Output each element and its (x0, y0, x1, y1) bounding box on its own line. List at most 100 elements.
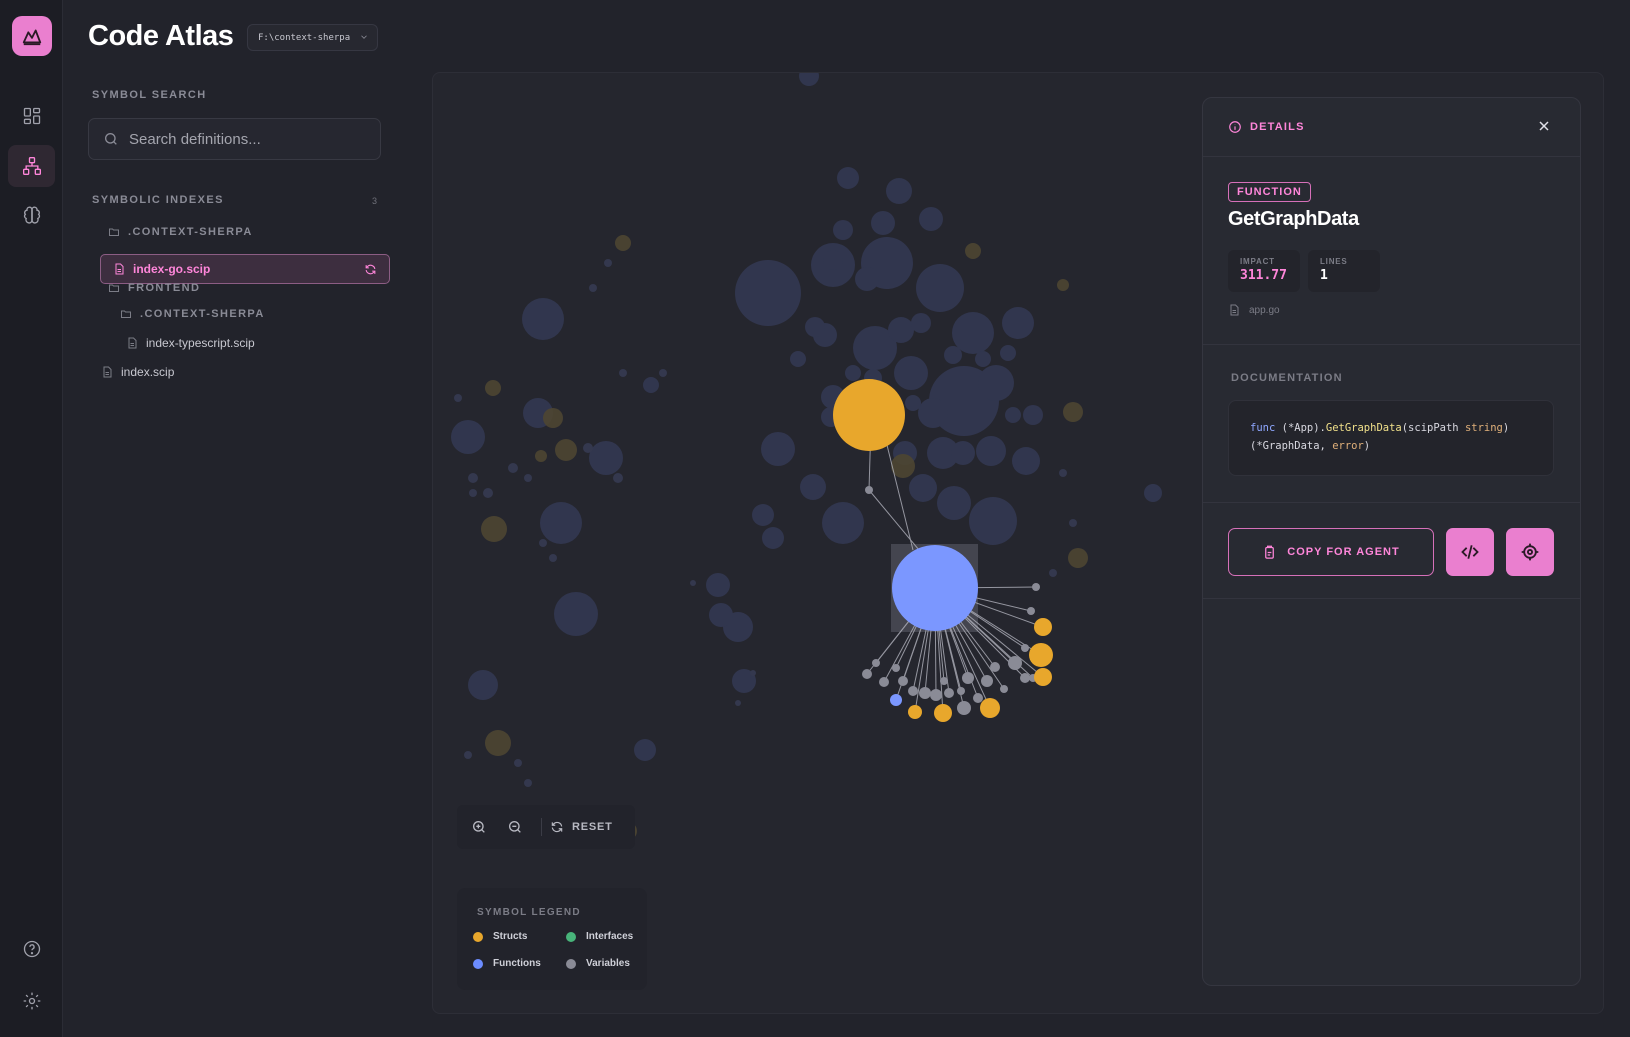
symbol-kind-badge: FUNCTION (1228, 182, 1311, 202)
workspace-selector[interactable]: F:\context-sherpa (247, 24, 378, 51)
struct-node (1034, 618, 1052, 636)
folder-icon (121, 310, 131, 318)
variable-node (1020, 673, 1030, 683)
struct-node (934, 704, 952, 722)
file-icon (103, 366, 112, 378)
legend-structs: Structs (473, 931, 527, 942)
variable-node (865, 486, 873, 494)
tree-folder-frontend[interactable]: FRONTEND (108, 282, 200, 294)
variable-node (879, 677, 889, 687)
struct-node (1029, 643, 1053, 667)
variable-node (1008, 656, 1022, 670)
search-input[interactable] (129, 130, 369, 148)
index-count: 3 (372, 196, 378, 206)
legend-interfaces: Interfaces (566, 931, 633, 942)
file-icon (1230, 304, 1239, 316)
lines-value: 1 (1320, 268, 1328, 283)
divider (1203, 156, 1580, 157)
variable-node (919, 687, 931, 699)
tree-folder-frontend-context-sherpa[interactable]: .CONTEXT-SHERPA (120, 308, 265, 320)
zoom-controls: RESET (457, 805, 635, 849)
nav-settings[interactable] (8, 980, 55, 1022)
app-title: Code Atlas (88, 20, 234, 52)
refresh-icon (551, 821, 563, 833)
app-logo[interactable] (12, 16, 52, 56)
zoom-divider (541, 818, 542, 836)
variable-node (892, 664, 900, 672)
close-icon[interactable] (1536, 118, 1552, 134)
variable-node (1021, 644, 1029, 652)
variable-node (944, 688, 954, 698)
graph-edge (868, 489, 920, 551)
clipboard-icon (1265, 545, 1275, 559)
documentation-title: DOCUMENTATION (1231, 372, 1343, 384)
mountain-logo-icon (22, 29, 42, 46)
tree-file-index[interactable]: index.scip (101, 365, 174, 379)
locate-button[interactable] (1506, 528, 1554, 576)
legend-title: SYMBOL LEGEND (477, 907, 581, 918)
variable-node (957, 701, 971, 715)
folder-icon (109, 284, 119, 292)
nav-graph[interactable] (8, 145, 55, 187)
variable-node (898, 676, 908, 686)
symbol-search-title: SYMBOL SEARCH (92, 89, 207, 101)
network-icon (22, 157, 41, 175)
symbol-legend: SYMBOL LEGEND Structs Interfaces Functio… (457, 888, 647, 990)
help-icon (23, 940, 40, 958)
symbol-search-box[interactable] (88, 118, 381, 160)
folder-icon (109, 228, 119, 236)
tree-file-index-typescript[interactable]: index-typescript.scip (126, 336, 255, 350)
variable-node (957, 687, 965, 695)
workspace-path: F:\context-sherpa (258, 32, 351, 43)
variable-node (962, 672, 974, 684)
struct-node (980, 698, 1000, 718)
info-icon (1229, 121, 1241, 133)
impact-value: 311.77 (1240, 268, 1287, 283)
search-icon (105, 133, 117, 145)
variable-node (930, 689, 942, 701)
reset-label: RESET (572, 821, 613, 833)
divider (1203, 344, 1580, 345)
details-panel: DETAILS FUNCTION GetGraphData IMPACT 311… (1202, 97, 1581, 986)
details-title: DETAILS (1250, 121, 1305, 133)
variable-node (1027, 607, 1035, 615)
copy-for-agent-button[interactable]: COPY FOR AGENT (1228, 528, 1434, 576)
dashboard-icon (23, 107, 40, 125)
struct-node (908, 705, 922, 719)
variable-node (872, 659, 880, 667)
selected-function-node (892, 545, 978, 631)
nav-brain[interactable] (8, 195, 55, 237)
code-icon (1461, 545, 1479, 559)
variable-node (940, 677, 948, 685)
refresh-icon[interactable] (364, 263, 377, 276)
struct-node-large (833, 379, 905, 451)
variable-node (1032, 583, 1040, 591)
sidebar: SYMBOL SEARCH SYMBOLIC INDEXES 3 .CONTEX… (63, 72, 406, 1037)
zoom-in-button[interactable] (461, 809, 497, 845)
details-header: DETAILS (1203, 98, 1580, 156)
variable-swatch (566, 958, 576, 969)
zoom-out-button[interactable] (497, 809, 533, 845)
reset-button[interactable]: RESET (550, 820, 613, 834)
legend-variables: Variables (566, 958, 630, 969)
variable-node (973, 693, 983, 703)
brain-icon (23, 206, 40, 224)
lines-metric: LINES 1 (1308, 250, 1380, 292)
variable-node (908, 686, 918, 696)
source-file[interactable]: app.go (1228, 304, 1280, 316)
symbolic-indexes-title: SYMBOLIC INDEXES (92, 194, 224, 206)
file-icon (128, 337, 137, 349)
divider (1203, 598, 1580, 599)
nav-dashboard[interactable] (8, 95, 55, 137)
nav-help[interactable] (8, 928, 55, 970)
function-swatch (473, 958, 483, 969)
crosshair-icon (1521, 543, 1539, 561)
view-code-button[interactable] (1446, 528, 1494, 576)
tree-folder-context-sherpa[interactable]: .CONTEXT-SHERPA (108, 226, 253, 238)
nav-rail (0, 0, 63, 1037)
tree-file-index-go[interactable]: index-go.scip (100, 254, 390, 284)
variable-node (862, 669, 872, 679)
chevron-down-icon (361, 35, 367, 39)
symbol-name: GetGraphData (1228, 208, 1359, 230)
interface-swatch (566, 931, 576, 942)
